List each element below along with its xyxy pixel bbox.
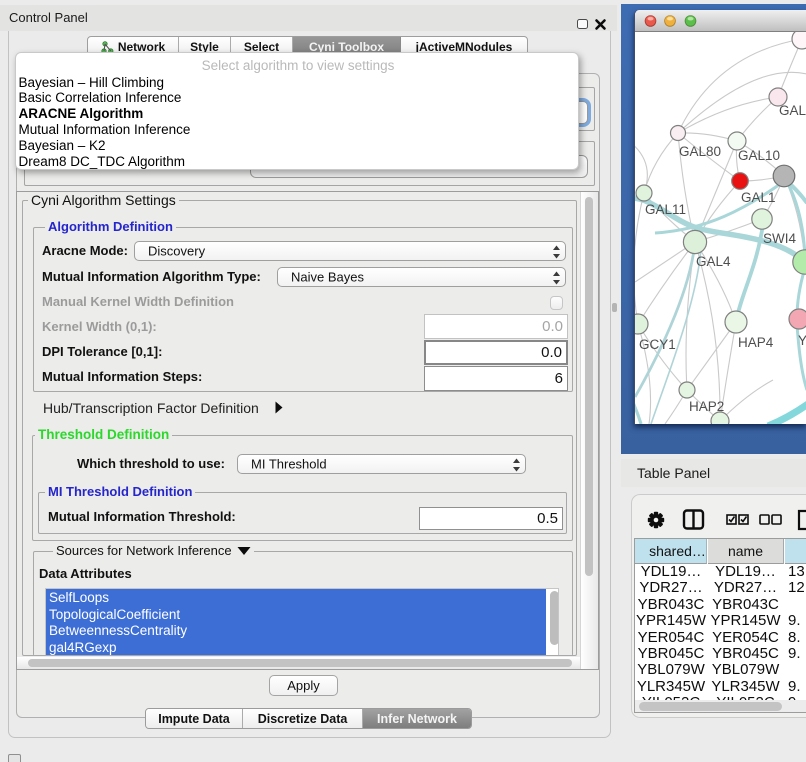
svg-text:GAL11: GAL11 [645, 202, 686, 217]
svg-text:GCY1: GCY1 [639, 337, 676, 352]
svg-text:GAL80: GAL80 [679, 144, 721, 159]
svg-text:GAL4: GAL4 [696, 254, 731, 269]
svg-text:GAL: GAL [779, 103, 806, 118]
svg-text:GAL1: GAL1 [741, 190, 776, 205]
svg-text:HAP4: HAP4 [738, 335, 774, 350]
svg-text:SWI4: SWI4 [763, 231, 796, 246]
svg-text:GAL10: GAL10 [738, 148, 780, 163]
svg-text:HAP2: HAP2 [689, 399, 724, 414]
svg-text:Y: Y [798, 333, 806, 348]
